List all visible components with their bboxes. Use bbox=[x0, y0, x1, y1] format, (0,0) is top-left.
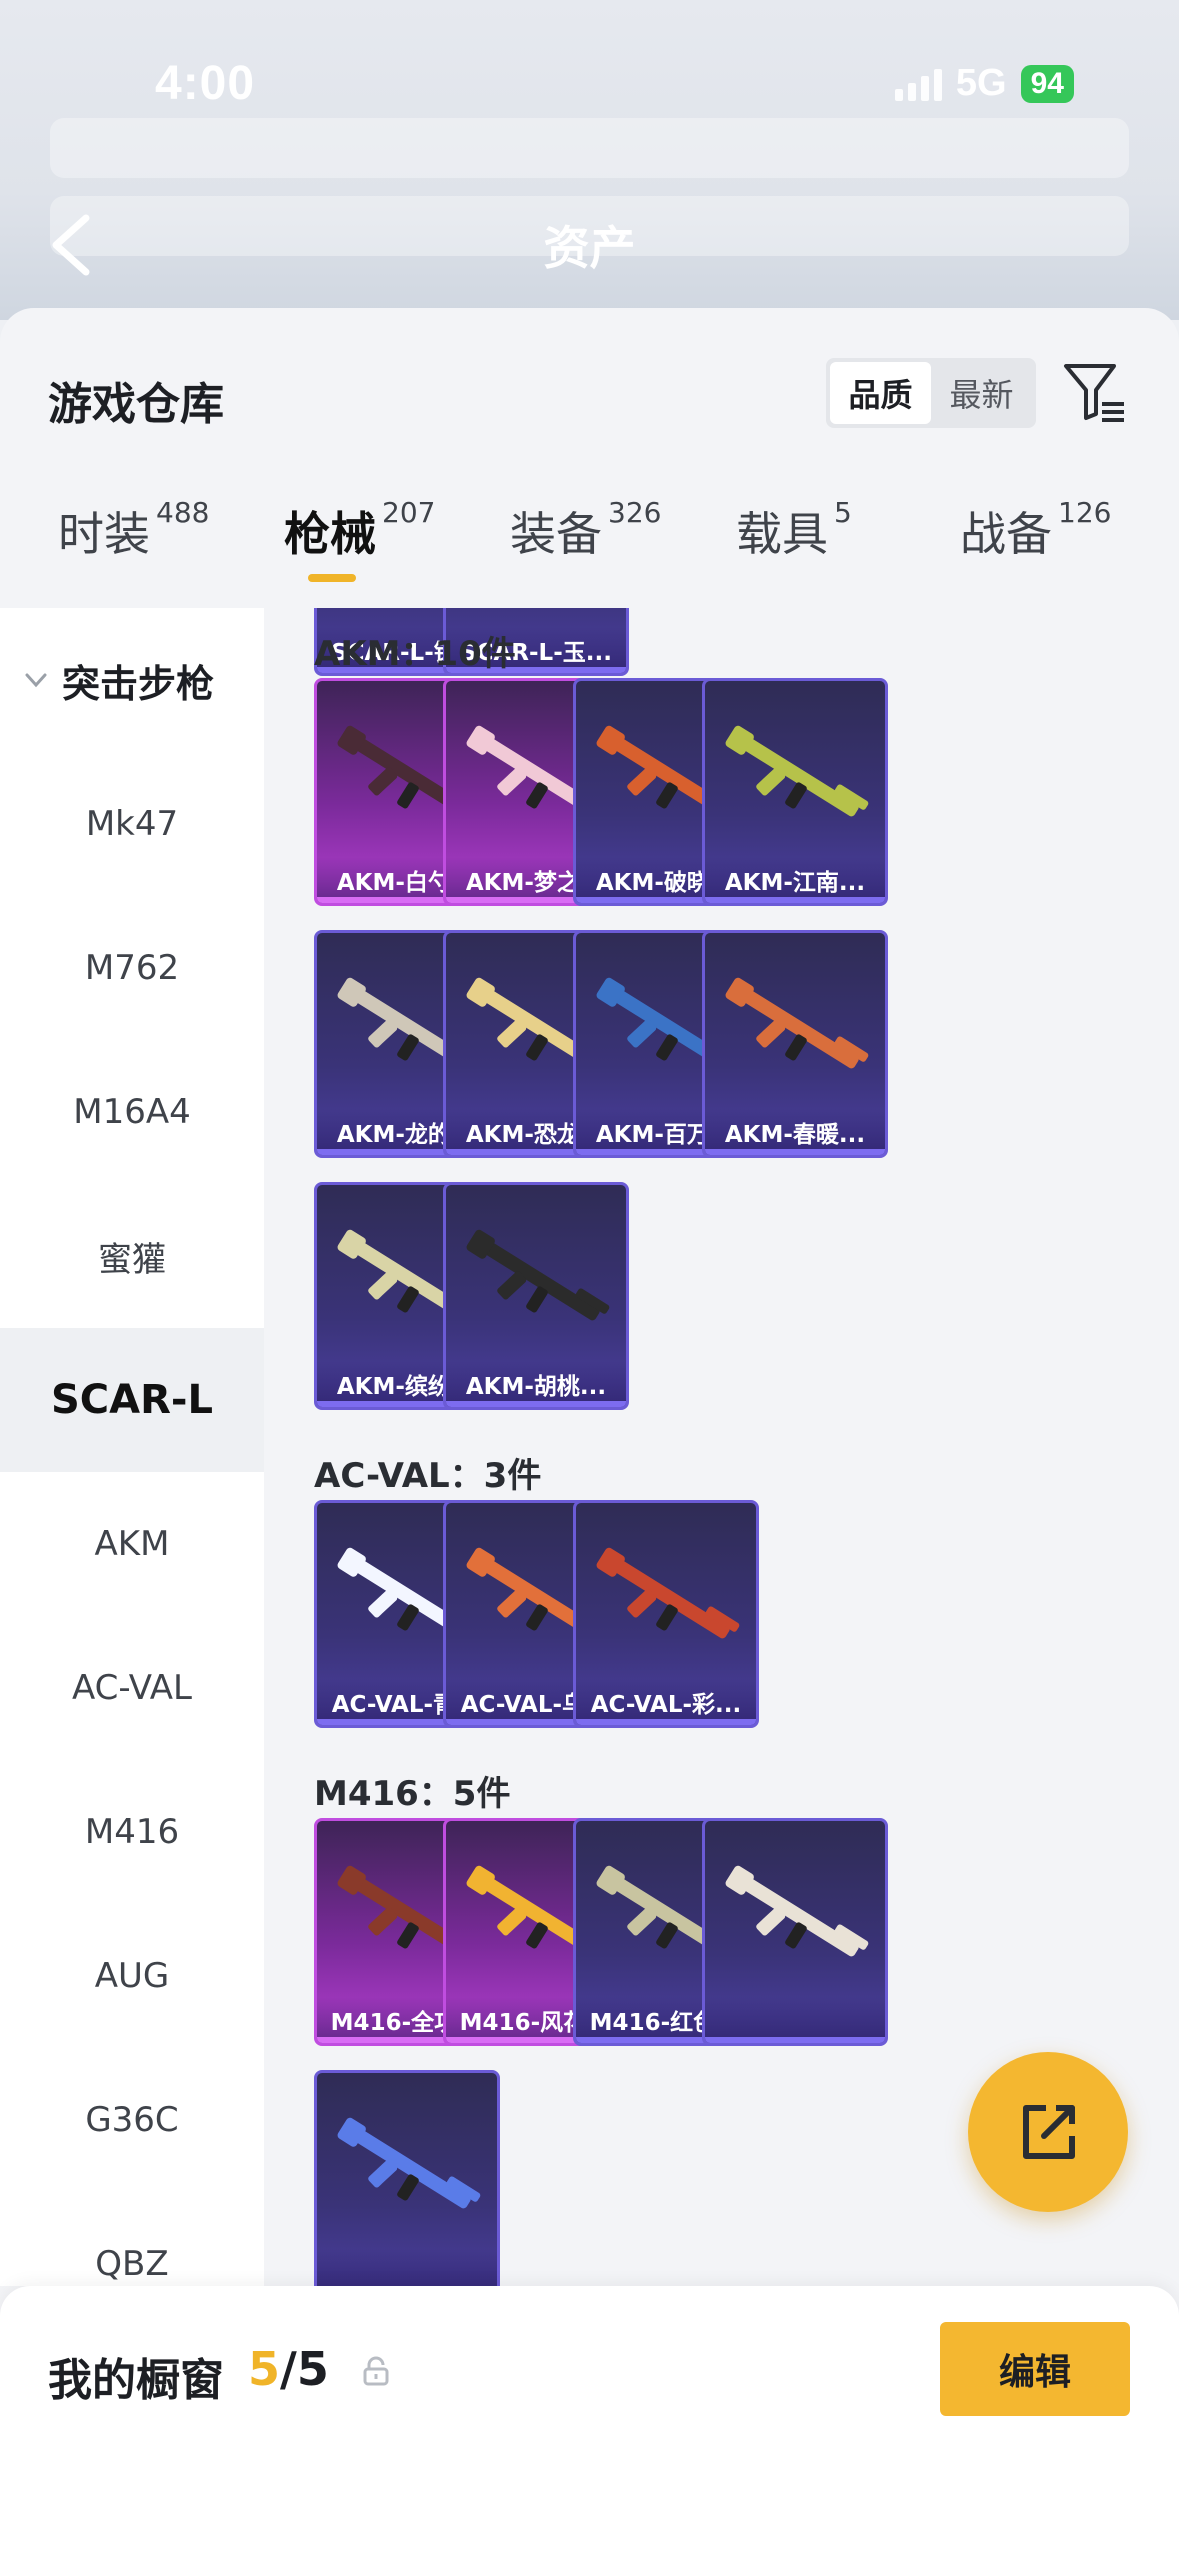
tab-count: 326 bbox=[608, 496, 662, 529]
share-button[interactable] bbox=[968, 2052, 1128, 2212]
tab-count: 207 bbox=[382, 496, 436, 529]
showcase-bar: 我的橱窗 5/5 编辑 bbox=[0, 2286, 1179, 2556]
sidebar-item-aug[interactable]: AUG bbox=[0, 1904, 264, 2048]
tab-label: 枪械 bbox=[284, 507, 376, 561]
rifle-icon bbox=[466, 1229, 610, 1321]
rarity-bar bbox=[576, 1719, 756, 1725]
status-indicators: 5G 94 bbox=[894, 62, 1074, 105]
network-type: 5G bbox=[955, 62, 1007, 104]
sidebar-item-m762[interactable]: M762 bbox=[0, 896, 264, 1040]
sort-latest[interactable]: 最新 bbox=[931, 362, 1032, 424]
weapon-card[interactable]: AC-VAL-彩... bbox=[573, 1500, 759, 1728]
tab-count: 5 bbox=[834, 496, 852, 529]
sidebar-item-m416[interactable]: M416 bbox=[0, 1760, 264, 1904]
sort-quality[interactable]: 品质 bbox=[830, 362, 931, 424]
tab-count: 126 bbox=[1058, 496, 1112, 529]
lock-icon bbox=[363, 2356, 389, 2386]
showcase-count: 5/5 bbox=[248, 2342, 329, 2396]
rifle-icon bbox=[725, 725, 869, 817]
weapon-name bbox=[317, 2249, 497, 2286]
sidebar-item-honey-badger[interactable]: 蜜獾 bbox=[0, 1184, 264, 1328]
sort-toggle: 品质 最新 bbox=[826, 358, 1036, 428]
sidebar-item-m16a4[interactable]: M16A4 bbox=[0, 1040, 264, 1184]
rarity-bar bbox=[705, 2037, 885, 2043]
page-title: 资产 bbox=[543, 221, 636, 275]
tab-label: 战备 bbox=[960, 507, 1052, 561]
weapon-card[interactable]: AKM-江南... bbox=[702, 678, 888, 906]
filter-icon[interactable] bbox=[1062, 360, 1128, 426]
active-tab-indicator bbox=[308, 574, 356, 582]
rarity-bar bbox=[446, 1401, 626, 1407]
sidebar-item-ac-val[interactable]: AC-VAL bbox=[0, 1616, 264, 1760]
sidebar-item-g36c[interactable]: G36C bbox=[0, 2048, 264, 2192]
tab-count: 488 bbox=[156, 496, 210, 529]
warehouse-title: 游戏仓库 bbox=[48, 379, 224, 430]
sidebar-item-scar-l[interactable]: SCAR-L bbox=[0, 1328, 264, 1472]
category-tabs: 时装 488 枪械 207 装备 326 载具 5 战备 126 bbox=[0, 496, 1179, 608]
weapon-card[interactable] bbox=[702, 1818, 888, 2046]
section-header: AKM：10件 bbox=[314, 634, 516, 674]
sidebar-item-mk47[interactable]: Mk47 bbox=[0, 752, 264, 896]
sidebar-group-label: 突击步枪 bbox=[62, 661, 215, 706]
chevron-down-icon bbox=[25, 673, 47, 688]
tab-equipment[interactable]: 装备 326 bbox=[510, 496, 662, 564]
weapon-card[interactable] bbox=[314, 2070, 500, 2286]
tab-outfits[interactable]: 时装 488 bbox=[58, 496, 210, 564]
weapon-grid: SCAR-L-银...SCAR-L-玉...AKM：10件1级AKM-白勺...… bbox=[264, 608, 1179, 2286]
tab-label: 时装 bbox=[58, 507, 150, 561]
tab-firearms[interactable]: 枪械 207 bbox=[284, 496, 436, 582]
section-header: M416：5件 bbox=[314, 1774, 511, 1814]
sidebar-item-qbz[interactable]: QBZ bbox=[0, 2192, 264, 2286]
tab-supplies[interactable]: 战备 126 bbox=[960, 496, 1112, 564]
section-header: AC-VAL：3件 bbox=[314, 1456, 542, 1496]
battery-level: 94 bbox=[1020, 64, 1074, 103]
sidebar-item-akm[interactable]: AKM bbox=[0, 1472, 264, 1616]
signal-icon bbox=[894, 67, 942, 101]
showcase-label: 我的橱窗 bbox=[48, 2355, 224, 2406]
tab-vehicles[interactable]: 载具 5 bbox=[736, 496, 852, 564]
showcase-current: 5 bbox=[248, 2342, 281, 2396]
rifle-icon bbox=[337, 2117, 481, 2209]
tab-label: 装备 bbox=[510, 507, 602, 561]
weapon-card[interactable]: AKM-春暖... bbox=[702, 930, 888, 1158]
rifle-icon bbox=[725, 1865, 869, 1957]
rifle-icon bbox=[725, 977, 869, 1069]
rarity-bar bbox=[705, 897, 885, 903]
showcase-total: /5 bbox=[280, 2342, 329, 2396]
rifle-icon bbox=[596, 1547, 740, 1639]
weapon-card[interactable]: AKM-胡桃... bbox=[443, 1182, 629, 1410]
sidebar-group-assault-rifles[interactable]: 突击步枪 bbox=[0, 608, 264, 752]
blurred-row bbox=[50, 118, 1129, 178]
tab-label: 载具 bbox=[736, 507, 828, 561]
share-icon bbox=[1023, 2105, 1075, 2159]
rarity-bar bbox=[705, 1149, 885, 1155]
edit-button[interactable]: 编辑 bbox=[940, 2322, 1130, 2416]
rifle-icon bbox=[456, 608, 622, 619]
status-time: 4:00 bbox=[155, 57, 256, 110]
weapon-sidebar: 突击步枪 Mk47 M762 M16A4 蜜獾 SCAR-L AKM AC-VA… bbox=[0, 608, 264, 2286]
